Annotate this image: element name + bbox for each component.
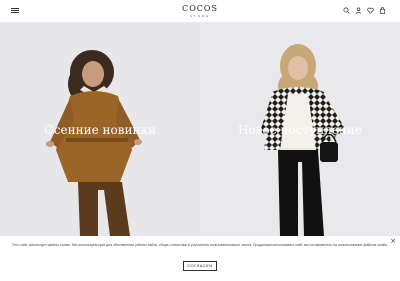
- cart-icon[interactable]: [379, 7, 386, 14]
- logo-subtext: STORE: [189, 14, 211, 18]
- cookie-banner: × Этот сайт использует файлы cookie. Мы …: [0, 236, 400, 281]
- site-header: COCOS STORE: [0, 0, 400, 22]
- wishlist-icon[interactable]: [367, 7, 374, 14]
- header-icons: [343, 7, 386, 14]
- hero-banner-autumn[interactable]: Осенние новинки: [0, 22, 200, 236]
- logo-text: COCOS: [182, 4, 218, 13]
- cookie-accept-button[interactable]: СОГЛАСЕН: [183, 261, 217, 271]
- hero-title-new-arrivals: Новое поступление: [237, 123, 363, 137]
- logo[interactable]: COCOS STORE: [170, 4, 230, 18]
- account-icon[interactable]: [355, 7, 362, 14]
- search-icon[interactable]: [343, 7, 350, 14]
- hero-banner-new-arrivals[interactable]: Новое поступление: [200, 22, 400, 236]
- hero-title-autumn: Осенние новинки: [43, 123, 157, 137]
- menu-icon[interactable]: [11, 8, 19, 14]
- cookie-text: Этот сайт использует файлы cookie. Мы ис…: [11, 243, 389, 247]
